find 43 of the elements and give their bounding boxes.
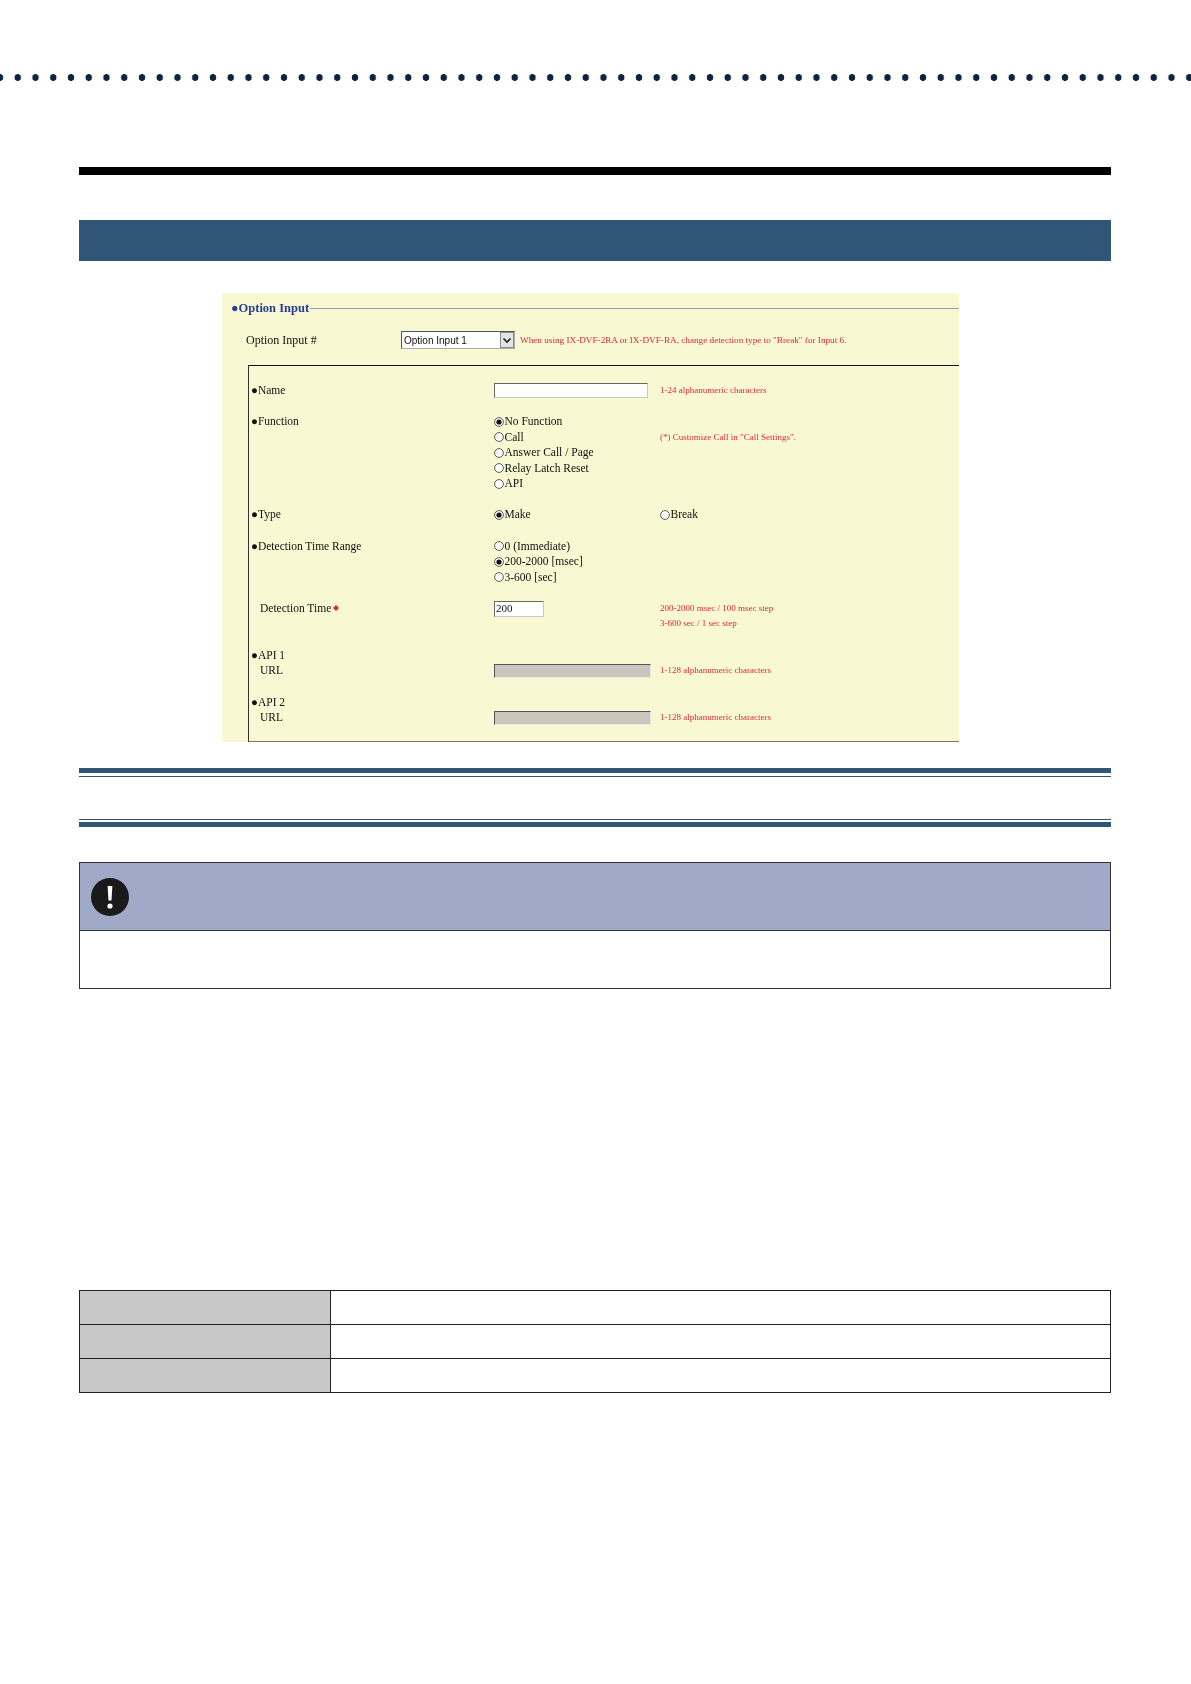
radio-button[interactable] xyxy=(494,572,504,583)
option-label[interactable]: Make xyxy=(504,507,531,523)
hint-text: 3-600 sec / 1 sec step xyxy=(660,618,737,629)
radio-button[interactable] xyxy=(494,447,504,458)
hint-text: 1-24 alphanumeric characters xyxy=(660,385,767,395)
field-label: ●Detection Time Range xyxy=(251,539,362,552)
field-label: ●API 2 xyxy=(251,695,286,708)
radio-button[interactable] xyxy=(494,556,504,567)
option-label[interactable]: Call xyxy=(504,429,524,446)
option-label[interactable]: 3-600 [sec] xyxy=(504,569,557,585)
option-input-dropdown[interactable]: Option Input 1 xyxy=(401,331,515,349)
radio-button[interactable] xyxy=(494,510,504,521)
hint-text: 1-128 alphanumeric characters xyxy=(660,665,771,676)
section-title: ●Option Input xyxy=(231,300,310,316)
field-label: ●Type xyxy=(251,508,281,521)
field-label: URL xyxy=(260,710,283,723)
field-label: ●Name xyxy=(251,384,286,396)
field-label: ●Function xyxy=(251,415,299,428)
field-label: Option Input # xyxy=(246,332,318,348)
option-label[interactable]: Relay Latch Reset xyxy=(504,460,589,476)
text-field[interactable] xyxy=(494,383,648,399)
option-label[interactable]: No Function xyxy=(504,414,563,430)
hint-text: 200-2000 msec / 100 msec step xyxy=(660,602,774,613)
number-field[interactable]: 200 xyxy=(494,600,544,617)
chevron-down-icon xyxy=(500,332,514,348)
radio-button[interactable] xyxy=(494,478,504,489)
warning-note: When using IX-DVF-2RA or IX-DVF-RA, change detection type to "Break" for Input 6. xyxy=(520,335,847,345)
radio-button[interactable] xyxy=(494,432,504,443)
option-label[interactable]: Answer Call / Page xyxy=(504,445,594,461)
option-label[interactable]: Break xyxy=(670,507,698,523)
exclamation-icon xyxy=(91,877,129,916)
field-label: ●API 1 xyxy=(251,648,286,661)
radio-button[interactable] xyxy=(494,541,504,552)
field-label: Detection Time xyxy=(260,601,332,614)
option-label[interactable]: API xyxy=(504,475,524,492)
field-label: URL xyxy=(260,664,283,677)
hint-text: (*) Customize Call in "Call Settings". xyxy=(660,431,796,442)
hint-text: 1-128 alphanumeric characters xyxy=(660,711,771,722)
radio-button[interactable] xyxy=(494,463,504,474)
option-label[interactable]: 0 (Immediate) xyxy=(504,538,570,555)
option-label[interactable]: 200-2000 [msec] xyxy=(504,554,583,570)
radio-button[interactable] xyxy=(660,510,670,521)
radio-button[interactable] xyxy=(494,417,504,428)
